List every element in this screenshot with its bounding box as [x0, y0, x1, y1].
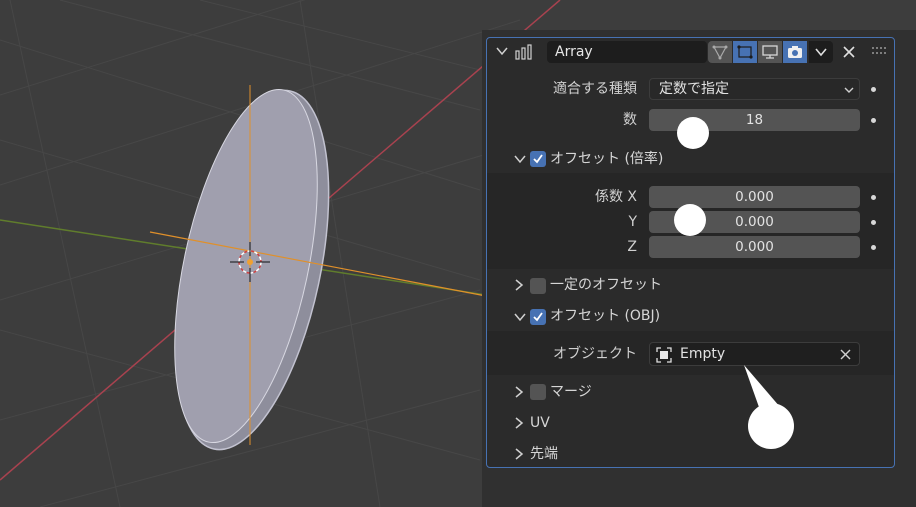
checkmark-icon: [533, 154, 543, 164]
constant-offset-label: 一定のオフセット: [550, 277, 662, 293]
animate-property-dot[interactable]: [871, 195, 876, 200]
caps-section-label[interactable]: 先端: [530, 444, 558, 464]
relative-offset-checkbox[interactable]: [530, 151, 546, 167]
merge-checkbox[interactable]: [530, 384, 546, 400]
chevron-down-icon[interactable]: [495, 44, 509, 58]
relative-offset-label: オフセット (倍率): [550, 151, 664, 167]
chevron-down-icon: [815, 48, 827, 57]
merge-label: マージ: [550, 384, 592, 400]
chevron-right-icon[interactable]: [513, 386, 525, 398]
factor-z-label: Z: [627, 239, 637, 255]
object-label: オブジェクト: [553, 346, 637, 362]
empty-object-icon: [656, 347, 672, 363]
monitor-icon: [762, 45, 778, 59]
factor-x-field[interactable]: 0.000: [649, 186, 860, 208]
constant-offset-checkbox[interactable]: [530, 278, 546, 294]
count-label: 数: [623, 112, 637, 128]
animate-property-dot[interactable]: [871, 245, 876, 250]
chevron-right-icon[interactable]: [513, 448, 525, 460]
fit-type-value: 定数で指定: [659, 81, 729, 97]
animate-property-dot[interactable]: [871, 87, 876, 92]
uv-section-label[interactable]: UV: [530, 413, 550, 433]
close-icon: [843, 46, 855, 58]
chevron-down-icon[interactable]: [514, 153, 526, 165]
chevron-right-icon[interactable]: [513, 417, 525, 429]
close-icon[interactable]: [840, 349, 851, 360]
remove-modifier-button[interactable]: [840, 43, 858, 61]
annotation-marker: [677, 117, 709, 149]
checkmark-icon: [533, 312, 543, 322]
factor-z-field[interactable]: 0.000: [649, 236, 860, 258]
annotation-pointer: [744, 365, 794, 449]
modifier-name-input[interactable]: Array: [547, 41, 707, 63]
fit-type-label: 適合する種類: [553, 81, 637, 97]
offset-object-field[interactable]: Empty: [649, 342, 860, 366]
object-offset-label: オフセット (OBJ): [550, 308, 661, 324]
modifier-menu-dropdown[interactable]: [809, 41, 833, 63]
chevron-down-icon: [844, 87, 854, 93]
factor-y-label: Y: [628, 214, 637, 230]
fit-type-dropdown[interactable]: 定数で指定: [649, 78, 860, 100]
camera-icon: [788, 46, 802, 58]
on-cage-icon: [737, 45, 753, 59]
on-cage-toggle[interactable]: [733, 41, 757, 63]
edit-mode-toggle[interactable]: [708, 41, 732, 63]
factor-x-label: 係数 X: [594, 189, 637, 205]
edit-mode-vertex-icon: [712, 45, 728, 60]
chevron-right-icon[interactable]: [513, 279, 525, 291]
chevron-down-icon[interactable]: [514, 311, 526, 323]
animate-property-dot[interactable]: [871, 118, 876, 123]
render-toggle[interactable]: [783, 41, 807, 63]
array-modifier-icon: [515, 44, 532, 60]
object-offset-checkbox[interactable]: [530, 309, 546, 325]
animate-property-dot[interactable]: [871, 220, 876, 225]
array-modifier-panel: Array 適合する種類 定数で指定 数 18 オフセット (倍率) 係数 X …: [486, 37, 895, 468]
drag-grip-icon[interactable]: [871, 46, 889, 56]
annotation-marker: [674, 204, 706, 236]
viewport-display-toggle[interactable]: [758, 41, 782, 63]
offset-object-value: Empty: [680, 346, 726, 362]
